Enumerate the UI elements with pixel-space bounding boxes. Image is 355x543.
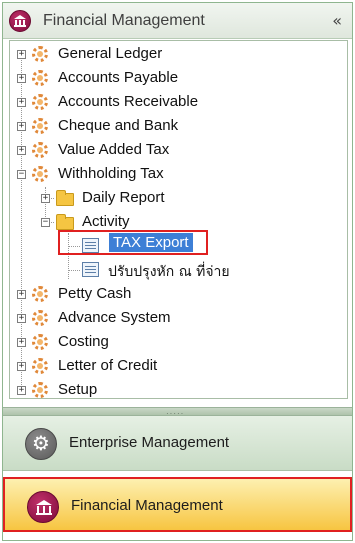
tree-item-accounts-payable[interactable]: + Accounts Payable bbox=[10, 67, 340, 89]
expand-icon[interactable]: + bbox=[17, 74, 26, 83]
tree-item-letter-of-credit[interactable]: + Letter of Credit bbox=[10, 355, 340, 377]
bank-icon bbox=[9, 10, 31, 32]
tree-item-label: Cheque and Bank bbox=[58, 117, 179, 134]
tree-item-label: Letter of Credit bbox=[58, 357, 158, 374]
tree-item-setup[interactable]: + Setup bbox=[10, 379, 340, 401]
expand-icon[interactable]: + bbox=[17, 386, 26, 395]
gear-icon bbox=[32, 166, 48, 182]
collapse-panel-button[interactable]: « bbox=[332, 11, 342, 30]
expand-icon[interactable]: + bbox=[17, 146, 26, 155]
panel-title: Financial Management bbox=[43, 12, 205, 29]
expand-icon[interactable]: + bbox=[41, 194, 50, 203]
tree-item-label: Accounts Payable bbox=[58, 69, 179, 86]
expand-icon[interactable]: + bbox=[17, 122, 26, 131]
module-label: Financial Management bbox=[71, 497, 223, 514]
panel-splitter[interactable]: ····· bbox=[3, 407, 352, 418]
gear-icon bbox=[32, 286, 48, 302]
gear-icon: ⚙ bbox=[25, 428, 57, 460]
gear-icon bbox=[32, 70, 48, 86]
gear-icon bbox=[32, 310, 48, 326]
tree-item-label: Activity bbox=[82, 213, 130, 230]
gear-icon bbox=[32, 382, 48, 398]
tree-item-label: Withholding Tax bbox=[58, 165, 164, 182]
gear-icon bbox=[32, 46, 48, 62]
expand-icon[interactable]: + bbox=[17, 290, 26, 299]
tree-item-label: Costing bbox=[58, 333, 109, 350]
gear-icon bbox=[32, 358, 48, 374]
collapse-icon[interactable]: − bbox=[41, 218, 50, 227]
bank-icon bbox=[27, 491, 59, 523]
module-financial-management[interactable]: Financial Management bbox=[3, 477, 352, 532]
tree-item-daily-report[interactable]: + Daily Report bbox=[10, 187, 340, 209]
expand-icon[interactable]: + bbox=[17, 338, 26, 347]
tree-item-label: Setup bbox=[58, 381, 98, 398]
panel-header: Financial Management « bbox=[3, 3, 352, 39]
tree-item-label: Daily Report bbox=[82, 189, 165, 206]
gear-icon bbox=[32, 118, 48, 134]
module-enterprise-management[interactable]: ⚙ Enterprise Management bbox=[3, 416, 352, 471]
tree-item-label: General Ledger bbox=[58, 45, 163, 62]
gear-icon bbox=[32, 142, 48, 158]
tree-item-value-added-tax[interactable]: + Value Added Tax bbox=[10, 139, 340, 161]
gear-icon bbox=[32, 334, 48, 350]
tree-item-label: Petty Cash bbox=[58, 285, 132, 302]
collapse-icon[interactable]: − bbox=[17, 170, 26, 179]
folder-icon bbox=[56, 190, 74, 206]
tree-item-accounts-receivable[interactable]: + Accounts Receivable bbox=[10, 91, 340, 113]
tree-item-costing[interactable]: + Costing bbox=[10, 331, 340, 353]
document-icon bbox=[82, 262, 99, 277]
tree-item-general-ledger[interactable]: + General Ledger bbox=[10, 43, 340, 65]
navigation-panel: Financial Management « + General Ledger … bbox=[2, 2, 353, 541]
gear-icon bbox=[32, 94, 48, 110]
folder-icon bbox=[56, 214, 74, 230]
tree-item-advance-system[interactable]: + Advance System bbox=[10, 307, 340, 329]
tree-item-petty-cash[interactable]: + Petty Cash bbox=[10, 283, 340, 305]
expand-icon[interactable]: + bbox=[17, 314, 26, 323]
tree-item-label: Accounts Receivable bbox=[58, 93, 199, 110]
expand-icon[interactable]: + bbox=[17, 50, 26, 59]
tree-item-label: Value Added Tax bbox=[58, 141, 170, 158]
expand-icon[interactable]: + bbox=[17, 362, 26, 371]
tree-item-withholding-adjustment[interactable]: ปรับปรุงหัก ณ ที่จ่าย bbox=[10, 259, 340, 281]
tree-item-cheque-and-bank[interactable]: + Cheque and Bank bbox=[10, 115, 340, 137]
highlight-box bbox=[58, 230, 208, 255]
expand-icon[interactable]: + bbox=[17, 98, 26, 107]
tree-item-label: ปรับปรุงหัก ณ ที่จ่าย bbox=[108, 264, 230, 280]
menu-tree: + General Ledger + Accounts Payable + Ac… bbox=[9, 40, 348, 399]
tree-item-withholding-tax[interactable]: − Withholding Tax bbox=[10, 163, 340, 185]
module-label: Enterprise Management bbox=[69, 434, 230, 451]
tree-item-label: Advance System bbox=[58, 309, 171, 326]
